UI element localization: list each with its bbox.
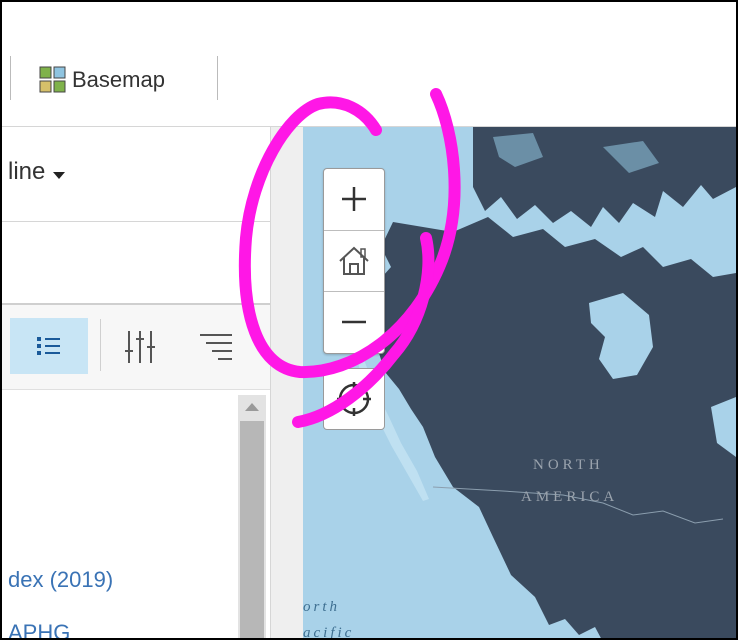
ocean-label-line2: acific: [303, 625, 355, 640]
locate-button[interactable]: [323, 368, 385, 430]
zoom-in-button[interactable]: [324, 169, 384, 229]
basemap-grid-icon: [39, 66, 66, 93]
toolbar-separator: [100, 319, 101, 371]
zoom-out-button[interactable]: [324, 291, 384, 352]
dropdown-label: line: [8, 158, 46, 185]
panel-toolbar: [2, 303, 270, 390]
filter-icon: [200, 334, 232, 360]
list-item[interactable]: dex (2019): [8, 567, 113, 593]
basemap-button[interactable]: Basemap: [38, 64, 165, 96]
chevron-down-icon: [53, 171, 66, 179]
map-label-america: AMERICA: [521, 489, 619, 505]
list-item[interactable]: APHG: [8, 620, 70, 638]
scrollbar[interactable]: [238, 395, 266, 638]
app-window: Basemap line dex (2019) APHG NORTH AMERI…: [0, 0, 738, 640]
style-dropdown[interactable]: line: [8, 155, 66, 189]
scrollbar-thumb[interactable]: [240, 421, 264, 638]
panel-resize-gutter[interactable]: [271, 127, 303, 638]
toolbar-separator: [217, 56, 218, 100]
zoom-control: [323, 168, 385, 354]
locate-icon: [337, 382, 371, 416]
filter-button[interactable]: [198, 327, 238, 367]
top-toolbar: Basemap: [2, 34, 736, 127]
home-button[interactable]: [324, 230, 384, 291]
ocean-label-line1: orth: [303, 599, 341, 615]
adjust-icon: [125, 331, 155, 363]
list-icon: [37, 337, 60, 355]
land-mass: [369, 217, 736, 638]
layer-list: dex (2019) APHG: [2, 415, 228, 638]
scroll-up-icon[interactable]: [245, 403, 259, 411]
adjust-button[interactable]: [120, 327, 160, 367]
layer-panel: line dex (2019) APHG: [2, 127, 271, 638]
basemap-label: Basemap: [72, 67, 165, 92]
home-icon: [339, 246, 369, 275]
plus-icon: [342, 187, 366, 211]
list-view-button[interactable]: [10, 318, 88, 374]
minus-icon: [342, 320, 366, 324]
map-label-north: NORTH: [533, 457, 604, 473]
panel-divider: [2, 221, 270, 222]
toolbar-separator: [10, 56, 11, 100]
